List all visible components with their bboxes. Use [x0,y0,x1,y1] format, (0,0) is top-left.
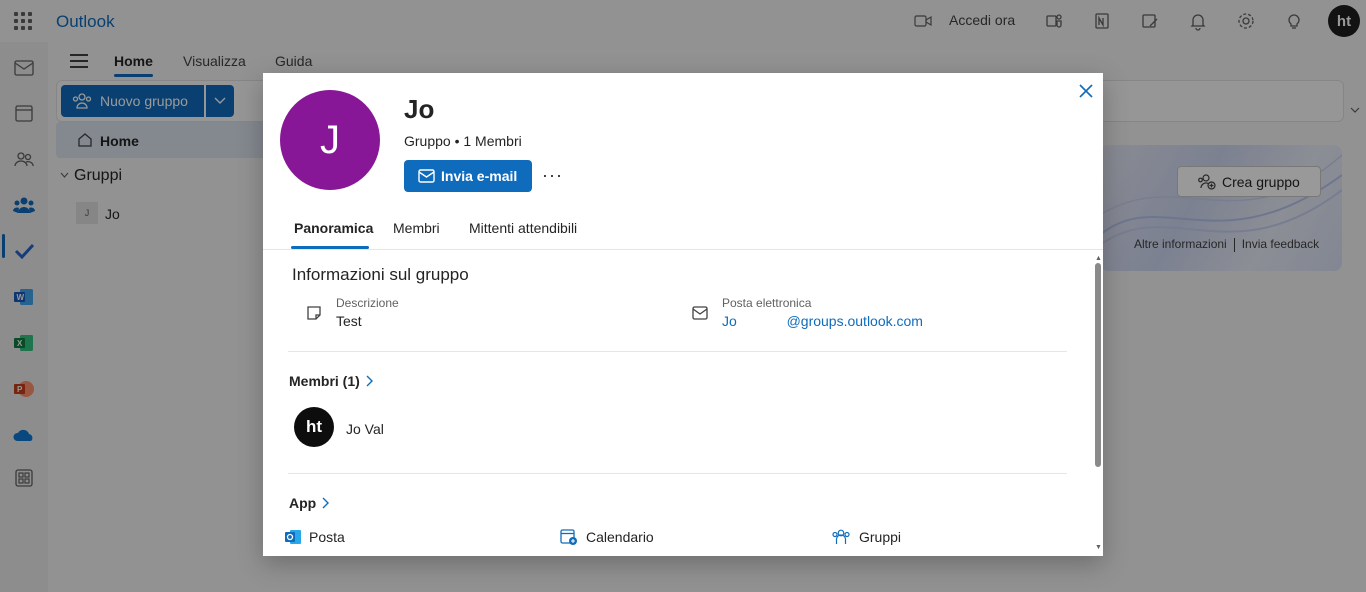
app-mail-link[interactable]: Posta [309,529,345,545]
scroll-thumb[interactable] [1095,263,1101,467]
group-avatar: J [280,90,380,190]
close-icon[interactable] [1077,82,1095,100]
member-avatar[interactable]: ht [294,407,334,447]
scroll-down-arrow-icon[interactable]: ▼ [1095,544,1102,551]
send-email-label: Invia e-mail [441,168,518,184]
chevron-right-icon[interactable] [320,496,330,510]
description-value: Test [336,313,362,329]
email-domain: @groups.outlook.com [786,313,923,329]
outlook-icon[interactable] [284,528,302,546]
note-icon [307,306,321,320]
members-heading[interactable]: Membri (1) [289,373,360,389]
section-divider [288,473,1067,474]
scroll-up-arrow-icon[interactable]: ▲ [1095,255,1102,262]
more-actions-button[interactable]: ··· [542,165,563,186]
calendar-icon[interactable] [560,528,578,546]
email-user: Jo [722,313,737,329]
groups-icon[interactable] [832,528,850,546]
tabs-divider [263,249,1103,250]
tab-trusted-senders[interactable]: Mittenti attendibili [469,220,577,236]
description-label: Descrizione [336,296,399,310]
apps-heading[interactable]: App [289,495,316,511]
member-name[interactable]: Jo Val [346,421,384,437]
chevron-right-icon[interactable] [364,374,374,388]
group-title: Jo [404,94,435,124]
dialog-scrollbar[interactable]: ▲ ▼ [1093,255,1102,555]
group-subtitle: Gruppo • 1 Membri [404,133,522,149]
group-info-heading: Informazioni sul gruppo [292,265,469,284]
group-card-dialog: J Jo Gruppo • 1 Membri Invia e-mail ··· … [263,73,1103,556]
section-divider [288,351,1067,352]
send-email-button[interactable]: Invia e-mail [404,160,532,192]
app-groups-link[interactable]: Gruppi [859,529,901,545]
tab-members[interactable]: Membri [393,220,440,236]
mail-icon [418,169,435,183]
app-calendar-link[interactable]: Calendario [586,529,654,545]
email-label: Posta elettronica [722,296,812,310]
email-icon [692,306,708,320]
tab-overview[interactable]: Panoramica [294,220,373,236]
email-link[interactable]: Jo @groups.outlook.com [722,313,923,329]
